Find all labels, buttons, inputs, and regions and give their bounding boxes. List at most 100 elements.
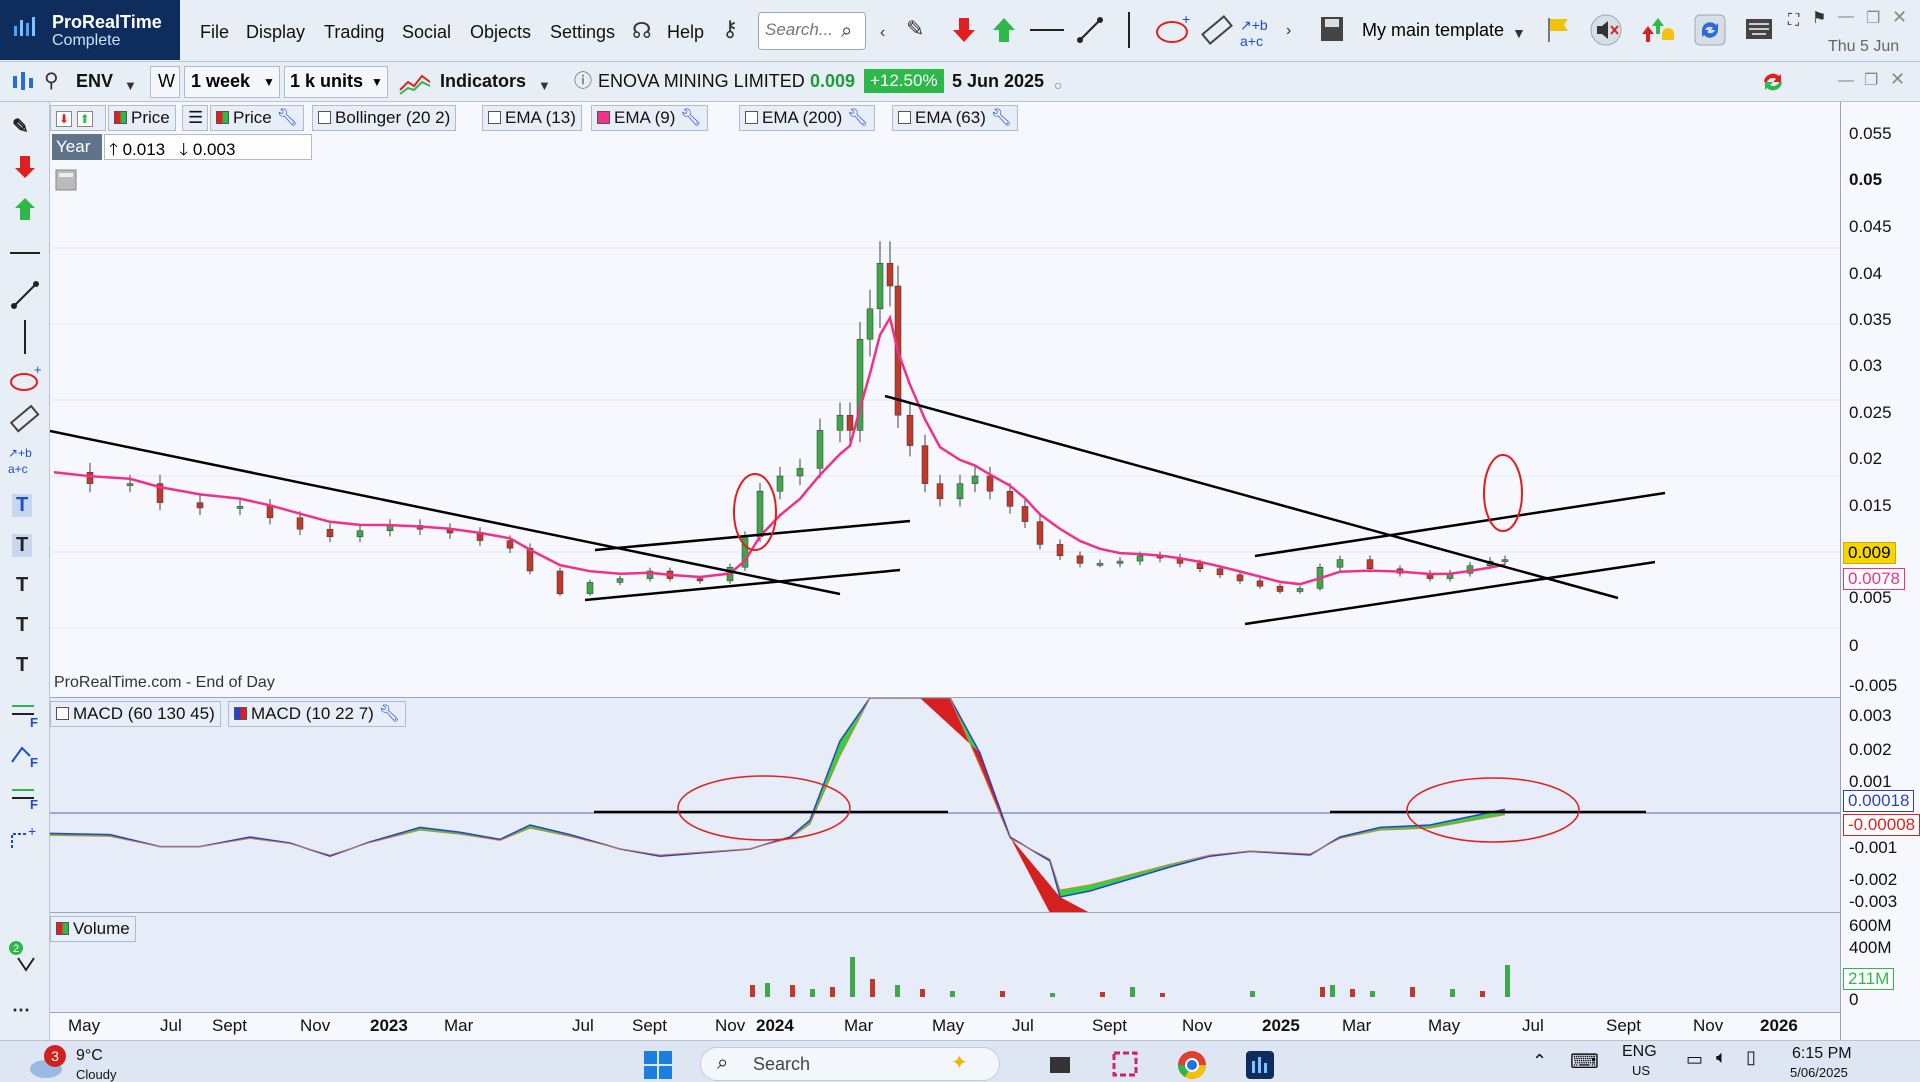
- legend-macd-1[interactable]: MACD (60 130 45): [50, 701, 221, 727]
- legend-price-1[interactable]: Price: [108, 105, 176, 131]
- trendline-down-2024[interactable]: [884, 394, 1619, 600]
- text-tool-1-icon[interactable]: T: [12, 494, 33, 517]
- keyboard-tray-icon[interactable]: ⌨: [1570, 1049, 1599, 1074]
- menu-settings[interactable]: Settings: [550, 22, 615, 43]
- ema63-wrench-icon[interactable]: 🔧︎: [991, 108, 1013, 127]
- menu-objects[interactable]: Objects: [470, 22, 531, 43]
- save-icon[interactable]: [1318, 14, 1346, 44]
- restore-chart-icon[interactable]: ❐: [1864, 70, 1878, 92]
- flag-icon[interactable]: [1545, 14, 1573, 44]
- trendline-long-down[interactable]: [50, 429, 841, 596]
- ellipse-draw-tool-icon[interactable]: +: [8, 364, 44, 394]
- macd-annotation-ellipse-2023[interactable]: [677, 775, 851, 841]
- temperature[interactable]: 9°C: [76, 1047, 103, 1065]
- trendline-channel-top-2023[interactable]: [594, 519, 911, 552]
- legend-ema200[interactable]: EMA (200) 🔧︎: [739, 105, 875, 131]
- legend-bollinger[interactable]: Bollinger (20 2): [312, 105, 457, 131]
- ema9-wrench-icon[interactable]: 🔧︎: [680, 108, 702, 127]
- indicators-dropdown-icon[interactable]: ▼: [538, 75, 551, 97]
- clock-time[interactable]: 6:15 PM: [1792, 1045, 1852, 1063]
- headset-icon[interactable]: ☊: [632, 20, 652, 42]
- legend-macd-2[interactable]: MACD (10 22 7) 🔧︎: [228, 701, 407, 727]
- fibonacci-tool-2-icon[interactable]: F: [8, 740, 44, 768]
- link-icon[interactable]: ⚷: [722, 18, 738, 40]
- macd-annotation-ellipse-2025[interactable]: [1406, 777, 1580, 843]
- windows-start-icon[interactable]: [642, 1049, 674, 1081]
- link-symbol-icon[interactable]: ⚲: [44, 70, 59, 92]
- chart-type-icon[interactable]: [10, 70, 36, 94]
- ema63-checkbox-icon[interactable]: [898, 111, 911, 124]
- menu-display[interactable]: Display: [246, 22, 305, 43]
- legend-down-arrow-icon[interactable]: ⬇: [56, 111, 72, 127]
- fibonacci-tool-3-icon[interactable]: F: [8, 782, 44, 810]
- tray-chevron-up-icon[interactable]: ⌃: [1532, 1051, 1547, 1072]
- legend-ema63[interactable]: EMA (63) 🔧︎: [892, 105, 1019, 131]
- sell-arrow-tool-icon[interactable]: [14, 154, 36, 180]
- chevron-right-icon[interactable]: ›: [1286, 20, 1291, 42]
- ruler-icon[interactable]: [1200, 14, 1234, 46]
- brand-area[interactable]: ProRealTime Complete: [0, 0, 180, 60]
- chevron-left-icon[interactable]: ‹: [880, 22, 885, 44]
- menu-social[interactable]: Social: [402, 22, 451, 43]
- legend-price-2[interactable]: Price 🔧︎: [210, 105, 305, 131]
- macd1-checkbox-icon[interactable]: [56, 707, 69, 720]
- trendline-channel-top-2025[interactable]: [1254, 491, 1666, 558]
- text-tool-3-icon[interactable]: T: [12, 574, 32, 597]
- close-chart-icon[interactable]: ✕: [1890, 68, 1905, 90]
- volume-chart-svg[interactable]: [50, 913, 1840, 1013]
- mute-icon[interactable]: [1588, 12, 1624, 48]
- hline-tool-icon[interactable]: [10, 252, 40, 254]
- units-selector[interactable]: 1 k units ▼: [284, 66, 388, 98]
- buy-arrow-tool-icon[interactable]: [14, 196, 36, 222]
- legend-ema13[interactable]: EMA (13): [482, 105, 582, 131]
- indicators-icon[interactable]: [398, 68, 432, 96]
- arrow-up-green-icon[interactable]: [992, 16, 1016, 44]
- volume-tray-icon[interactable]: 🔈︎: [1716, 1047, 1727, 1068]
- pencil-tool-icon[interactable]: ✎: [12, 114, 29, 139]
- ticker-dropdown-icon[interactable]: ▼: [124, 75, 137, 97]
- year-label[interactable]: Year: [52, 134, 102, 160]
- price-chart-svg[interactable]: [50, 102, 1840, 697]
- legend-up-arrow-icon[interactable]: ⬆: [76, 111, 93, 127]
- minimize-chart-icon[interactable]: —: [1838, 70, 1854, 92]
- info-icon[interactable]: ⓘ: [574, 70, 592, 92]
- pin-icon[interactable]: ⚑: [1812, 8, 1826, 30]
- ema13-checkbox-icon[interactable]: [488, 111, 501, 124]
- close-window-icon[interactable]: ✕: [1892, 6, 1907, 28]
- text-tool-2-icon[interactable]: T: [12, 534, 33, 557]
- annotation-ellipse-breakout-2023[interactable]: [733, 473, 777, 551]
- rectangle-tool-icon[interactable]: +: [8, 824, 44, 852]
- timeframe-selector[interactable]: 1 week ▼: [184, 66, 280, 98]
- menu-trading[interactable]: Trading: [324, 22, 384, 43]
- task-view-icon[interactable]: [1046, 1051, 1074, 1079]
- refresh-icon[interactable]: [1692, 12, 1728, 48]
- menu-help[interactable]: Help: [667, 22, 704, 43]
- template-selector[interactable]: My main template: [1362, 20, 1504, 41]
- ema200-checkbox-icon[interactable]: [745, 111, 758, 124]
- more-tools-icon[interactable]: ⋯: [12, 1000, 30, 1021]
- pencil-icon[interactable]: ✎: [906, 18, 924, 40]
- prorealtime-taskbar-icon[interactable]: [1244, 1049, 1276, 1081]
- sync-icon[interactable]: [1758, 68, 1788, 96]
- time-axis[interactable]: May Jul Sept Nov 2023 Mar Jul Sept Nov 2…: [50, 1012, 1840, 1040]
- text-annotation-tool-icon[interactable]: ↗+b a+c: [6, 442, 44, 476]
- vline-tool-icon[interactable]: [24, 320, 26, 354]
- macd2-wrench-icon[interactable]: 🔧︎: [379, 704, 401, 723]
- network-icon[interactable]: ▭: [1686, 1049, 1703, 1070]
- chrome-icon[interactable]: [1176, 1049, 1208, 1081]
- ema9-swatch-icon[interactable]: [597, 111, 610, 124]
- minimize-window-icon[interactable]: —: [1838, 6, 1854, 28]
- indicators-button[interactable]: Indicators: [440, 71, 526, 92]
- battery-icon[interactable]: ▯: [1746, 1047, 1756, 1068]
- macd-panel[interactable]: MACD (60 130 45) MACD (10 22 7) 🔧︎: [50, 697, 1840, 913]
- legend-ema9[interactable]: EMA (9) 🔧︎: [591, 105, 708, 131]
- alerts-icon[interactable]: [1640, 14, 1676, 46]
- taskbar-search[interactable]: ⌕ Search ✦: [700, 1047, 1000, 1081]
- search-field[interactable]: ⌕: [758, 12, 866, 50]
- horizontal-line-icon[interactable]: [1028, 18, 1066, 42]
- restore-window-icon[interactable]: ❐: [1866, 8, 1880, 30]
- arrow-down-red-icon[interactable]: [952, 16, 976, 44]
- ema200-wrench-icon[interactable]: 🔧︎: [847, 108, 869, 127]
- legend-arrows[interactable]: ⬇ ⬆: [50, 105, 106, 131]
- screenshot-icon[interactable]: ⛶: [1788, 10, 1799, 32]
